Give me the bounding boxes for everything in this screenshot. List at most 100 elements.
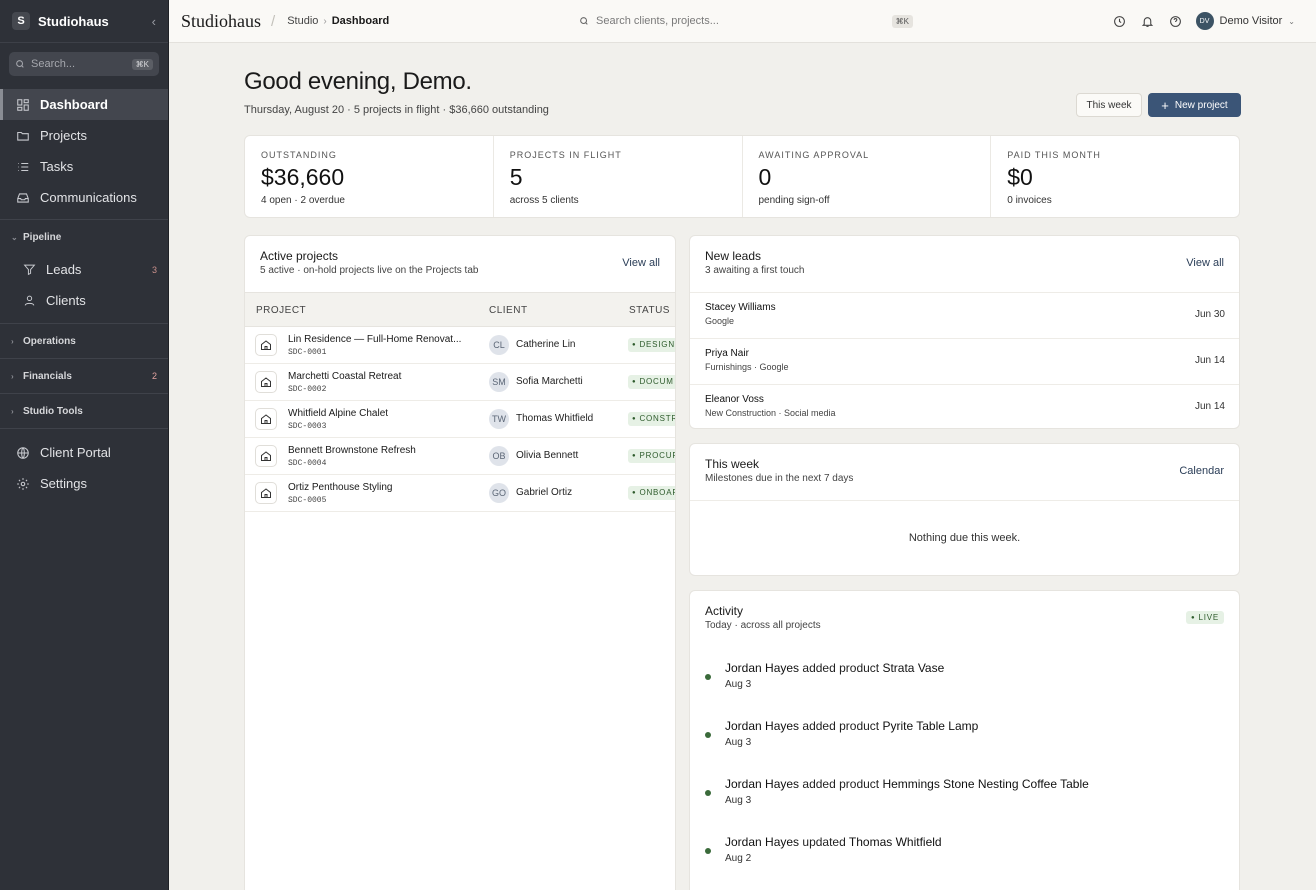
- activity-actor[interactable]: Jordan Hayes: [725, 835, 799, 849]
- divider: /: [271, 12, 276, 30]
- activity-dot: [705, 790, 711, 796]
- project-name[interactable]: Whitfield Alpine Chalet: [288, 408, 468, 419]
- search-placeholder: Search clients, projects...: [596, 15, 719, 27]
- user-name[interactable]: Demo Visitor: [1220, 15, 1283, 27]
- activity-verb: updated: [802, 835, 846, 849]
- project-name[interactable]: Marchetti Coastal Retreat: [288, 371, 468, 382]
- new-project-button[interactable]: + New project: [1148, 93, 1241, 117]
- activity-object[interactable]: Thomas Whitfield: [849, 835, 942, 849]
- activity-object[interactable]: Strata Vase: [882, 661, 944, 675]
- stat-label: PROJECTS IN FLIGHT: [509, 150, 622, 160]
- chevron-right-icon: ›: [11, 371, 14, 381]
- list-item[interactable]: Priya Nair Furnishings · Google Jun 14: [690, 338, 1239, 384]
- sidebar-item-label: Clients: [46, 293, 86, 308]
- client-name[interactable]: Catherine Lin: [516, 339, 575, 350]
- table-row[interactable]: Marchetti Coastal Retreat SDC-0002 SM Sofia…: [245, 364, 675, 401]
- client-avatar: OB: [489, 446, 509, 466]
- topbar-logo[interactable]: Studiohaus: [181, 11, 261, 32]
- project-name[interactable]: Lin Residence — Full-Home Renovat...: [288, 334, 468, 345]
- card-title: Active projects: [260, 249, 339, 263]
- activity-item: Jordan Hayes added product Hemmings Ston…: [705, 777, 1225, 817]
- project-name[interactable]: Bennett Brownstone Refresh: [288, 445, 468, 456]
- card-subtitle: Today · across all projects: [705, 620, 821, 631]
- card-title: Activity: [705, 604, 744, 618]
- sidebar-item-dashboard[interactable]: Dashboard: [0, 89, 168, 120]
- bell-icon[interactable]: [1141, 15, 1154, 28]
- stat-awaiting-approval[interactable]: AWAITING APPROVAL 0 pending sign-off: [743, 136, 992, 217]
- nav-group-studio-tools[interactable]: › Studio Tools: [0, 394, 168, 428]
- project-name[interactable]: Ortiz Penthouse Styling: [288, 482, 468, 493]
- help-icon[interactable]: [1169, 15, 1182, 28]
- nav-group-label: Financials: [23, 370, 72, 382]
- column-header-status[interactable]: STATUS: [629, 305, 670, 316]
- activity-actor[interactable]: Jordan Hayes: [725, 719, 799, 733]
- stat-outstanding[interactable]: OUTSTANDING $36,660 4 open · 2 overdue: [245, 136, 494, 217]
- client-name[interactable]: Olivia Bennett: [516, 450, 578, 461]
- sidebar-item-label: Projects: [40, 128, 87, 143]
- collapse-sidebar-icon[interactable]: ‹: [152, 14, 156, 29]
- table-row[interactable]: Whitfield Alpine Chalet SDC-0003 TW Thomas …: [245, 401, 675, 438]
- list-icon: [18, 162, 29, 171]
- user-avatar[interactable]: DV: [1195, 12, 1214, 30]
- table-row[interactable]: Bennett Brownstone Refresh SDC-0004 OB Oliv…: [245, 438, 675, 475]
- sidebar-item-leads[interactable]: Leads 3: [0, 254, 168, 285]
- globe-icon: [17, 446, 29, 459]
- lead-date: Jun 14: [1194, 401, 1225, 412]
- list-item[interactable]: Stacey Williams Google Jun 30: [690, 292, 1239, 338]
- activity-actor[interactable]: Jordan Hayes: [725, 661, 799, 675]
- sidebar-item-client-portal[interactable]: Client Portal: [0, 437, 168, 468]
- activity-object[interactable]: Hemmings Stone Nesting Coffee Table: [882, 777, 1088, 791]
- nav-group-operations[interactable]: › Operations: [0, 324, 168, 358]
- column-header-client[interactable]: CLIENT: [489, 305, 528, 316]
- chevron-down-icon[interactable]: ⌄: [1288, 17, 1295, 26]
- leads-view-all-link[interactable]: View all: [1186, 257, 1224, 269]
- lead-name: Stacey Williams: [705, 302, 776, 313]
- client-name[interactable]: Sofia Marchetti: [516, 376, 583, 387]
- status-badge: DOCUM: [628, 375, 675, 389]
- projects-view-all-link[interactable]: View all: [622, 257, 660, 269]
- sidebar-search[interactable]: Search... ⌘K: [9, 52, 159, 76]
- activity-item: Jordan Hayes added product Strata Vase Au…: [705, 661, 1225, 701]
- sidebar-search-placeholder: Search...: [31, 58, 76, 70]
- inbox-icon: [17, 192, 29, 203]
- lead-date: Jun 14: [1194, 355, 1225, 366]
- sidebar-item-projects[interactable]: Projects: [0, 120, 168, 151]
- column-header-project[interactable]: PROJECT: [256, 305, 306, 316]
- activity-item: Jordan Hayes added product Pyrite Table …: [705, 719, 1225, 759]
- dashboard-icon: [17, 98, 29, 111]
- search-shortcut: ⌘K: [131, 58, 153, 70]
- table-row[interactable]: Lin Residence — Full-Home Renovat... SDC-…: [245, 327, 675, 364]
- this-week-button[interactable]: This week: [1076, 93, 1142, 117]
- breadcrumb-studio[interactable]: Studio: [287, 15, 318, 27]
- client-name[interactable]: Gabriel Ortiz: [516, 487, 572, 498]
- activity-actor[interactable]: Jordan Hayes: [725, 777, 799, 791]
- project-code: SDC-0005: [288, 496, 327, 505]
- nav-group-label: Studio Tools: [23, 405, 83, 417]
- nav-group-financials[interactable]: › Financials 2: [0, 359, 168, 393]
- sidebar-item-clients[interactable]: Clients: [0, 285, 168, 316]
- table-row[interactable]: Ortiz Penthouse Styling SDC-0005 GO Gabriel…: [245, 475, 675, 512]
- activity-dot: [705, 848, 711, 854]
- nav-group-label: Pipeline: [23, 231, 62, 243]
- activity-object[interactable]: Pyrite Table Lamp: [882, 719, 978, 733]
- client-name[interactable]: Thomas Whitfield: [516, 413, 593, 424]
- stat-label: AWAITING APPROVAL: [758, 150, 870, 160]
- funnel-icon: [23, 264, 36, 276]
- list-item[interactable]: Eleanor Voss New Construction · Social me…: [690, 384, 1239, 428]
- stat-paid-this-month[interactable]: PAID THIS MONTH $0 0 invoices: [991, 136, 1239, 217]
- sidebar-item-label: Leads: [46, 262, 82, 277]
- sidebar-header: S Studiohaus ‹: [0, 0, 168, 43]
- stat-projects-in-flight[interactable]: PROJECTS IN FLIGHT 5 across 5 clients: [494, 136, 743, 217]
- global-search-input[interactable]: Search clients, projects... ⌘K: [579, 10, 913, 32]
- stat-label: OUTSTANDING: [261, 150, 337, 160]
- chevron-right-icon: ›: [323, 15, 327, 27]
- sidebar-item-settings[interactable]: Settings: [0, 468, 168, 499]
- activity-dot: [705, 674, 711, 680]
- nav-group-pipeline[interactable]: ⌄ Pipeline: [0, 220, 168, 254]
- stats-panel: OUTSTANDING $36,660 4 open · 2 overdue P…: [244, 135, 1240, 218]
- sidebar-item-tasks[interactable]: Tasks: [0, 151, 168, 182]
- calendar-link[interactable]: Calendar: [1179, 465, 1224, 477]
- client-avatar: CL: [489, 335, 509, 355]
- clock-icon[interactable]: [1113, 15, 1126, 28]
- sidebar-item-communications[interactable]: Communications: [0, 182, 168, 213]
